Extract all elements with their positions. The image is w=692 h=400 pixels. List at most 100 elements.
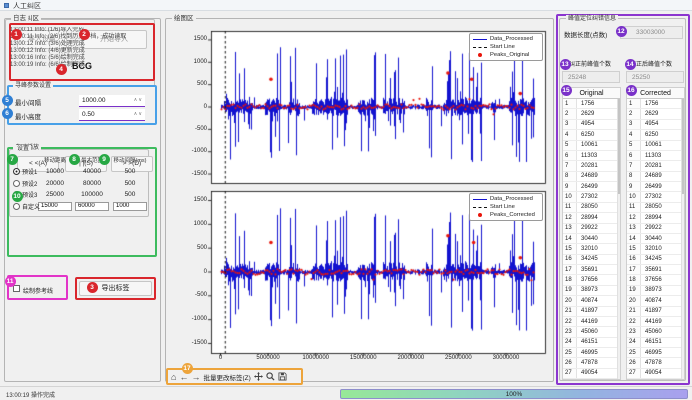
legend-label: Peaks_Corrected [490,212,535,218]
annotation-circle-17: 17 [182,363,193,374]
original-peaks-table[interactable]: Original 1175622629349544625051006161130… [562,87,621,380]
row-value: 26499 [577,184,598,190]
row-index: 2 [563,109,577,118]
annotation-circle-12: 12 [616,26,627,37]
log-line: 13:00:16 Info: (5/6)绘制完成 [10,55,157,62]
table-row: 22629 [627,109,684,119]
row-index: 26 [563,358,577,367]
scrollbar-thumb[interactable] [682,99,684,194]
row-value: 28994 [577,215,598,221]
row-value: 4954 [641,121,658,127]
row-index: 3 [563,120,577,129]
row-index: 3 [627,120,641,129]
y-tick-label: -1000 [166,316,207,322]
row-value: 28994 [641,215,662,221]
table-row: 2141897 [627,307,684,317]
table-row: 1228994 [563,213,620,223]
row-value: 37656 [577,277,598,283]
row-value: 24689 [577,173,598,179]
row-value: 10061 [641,142,662,148]
row-index: 27 [563,369,577,378]
save-icon[interactable] [278,372,287,381]
batch-edit-labels-button[interactable]: 批量更改标签(Z) [203,372,250,382]
table-row: 824689 [627,172,684,182]
annotation-circle-15: 15 [561,85,572,96]
table-row: 1634245 [627,255,684,265]
row-index: 4 [627,130,641,139]
peak-correction-info-group: 峰值定位纠错信息 数据长度(点数) 33003000 纠正前峰值个数 纠正后峰值… [559,18,686,381]
table-row: 1329922 [627,224,684,234]
row-index: 4 [563,130,577,139]
original-table-scrollbar[interactable] [617,99,620,379]
corrected-table-scrollbar[interactable] [681,99,684,379]
row-value: 2629 [577,111,594,117]
table-row: 1430440 [563,234,620,244]
annotation-circle-14: 14 [625,59,636,70]
row-value: 29922 [641,225,662,231]
row-value: 44169 [641,319,662,325]
table-row: 1027302 [627,192,684,202]
table-row: 2040874 [563,296,620,306]
row-value: 41897 [577,308,598,314]
table-row: 2345060 [627,327,684,337]
row-value: 46151 [641,339,662,345]
row-value: 38973 [577,287,598,293]
row-index: 19 [563,286,577,295]
table-row: 1938973 [627,286,684,296]
row-value: 10061 [577,142,598,148]
row-index: 9 [627,182,641,191]
table-row: 1430440 [627,234,684,244]
home-icon[interactable]: ⌂ [171,371,176,383]
table-row: 2647878 [627,358,684,368]
table-row: 22629 [563,109,620,119]
row-value: 20281 [577,163,598,169]
table-row: 11756 [563,99,620,109]
log-line: 13:00:19 Info: (6/6)绘制完成 [10,62,157,69]
table-row: 2244169 [627,317,684,327]
table-row: 2446151 [627,338,684,348]
table-row: 1228994 [627,213,684,223]
row-index: 23 [563,327,577,336]
table-row: 510061 [627,141,684,151]
legend-dot-swatch [478,213,482,217]
legend-dash-swatch [473,47,487,48]
row-index: 8 [627,172,641,181]
row-index: 18 [627,275,641,284]
table-row: 1128050 [627,203,684,213]
row-index: 12 [563,213,577,222]
annotation-circle-4: 4 [56,64,67,75]
scrollbar-thumb[interactable] [618,99,620,194]
row-value: 32010 [641,246,662,252]
row-value: 44169 [577,319,598,325]
app-window: 人工纠区 人工纠区 导入设置 开始导入 BCG 寻峰参数设置 最小间隔 1000… [0,0,692,400]
table-row: 2749054 [563,369,620,379]
forward-icon[interactable]: → [191,371,200,383]
x-tick-label: 15000000 [339,355,387,361]
legend-label: Peaks_Original [490,52,529,58]
annotation-circle-6: 6 [2,108,13,119]
pan-icon[interactable] [254,372,263,381]
log-title: 日志 [11,15,28,23]
legend-entry: Data_Processed [473,35,539,43]
row-value: 37656 [641,277,662,283]
table-row: 34954 [627,120,684,130]
table-row: 2141897 [563,307,620,317]
corrected-peaks-table[interactable]: Corrected 117562262934954462505100616113… [626,87,685,380]
y-tick-label: -1500 [166,171,207,177]
row-index: 13 [627,224,641,233]
legend-entry: Start Line [473,203,539,211]
annotation-circle-10: 10 [12,191,23,202]
row-index: 12 [627,213,641,222]
legend-label: Data_Processed [490,36,533,42]
zoom-icon[interactable] [266,372,275,381]
row-value: 45060 [641,329,662,335]
y-tick-label: 0 [166,269,207,275]
log-output: 13:00:11 Info: (1/6)导入完成13:00:11 Info: (… [10,27,157,379]
table-row: 1938973 [563,286,620,296]
row-value: 11303 [577,153,597,159]
row-value: 34245 [641,256,662,262]
row-index: 10 [627,192,641,201]
y-tick-label: 1000 [166,221,207,227]
row-index: 11 [563,203,577,212]
row-value: 41897 [641,308,662,314]
